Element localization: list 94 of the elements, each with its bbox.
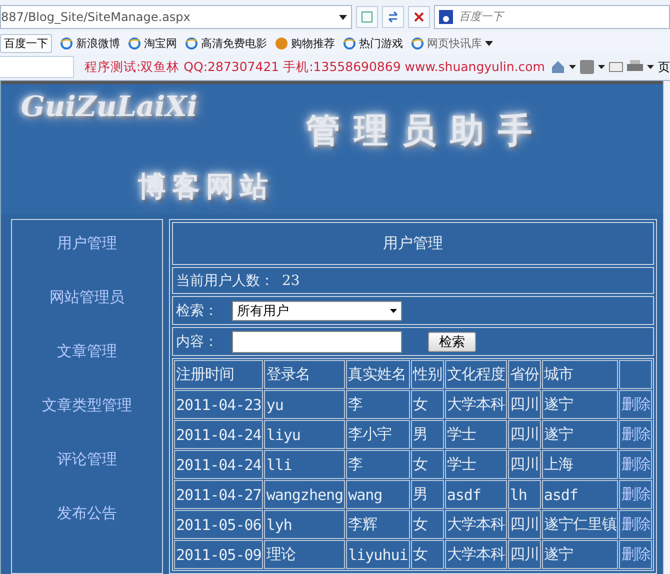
- sidebar-link[interactable]: 文章类型管理: [42, 396, 132, 415]
- favorite-link[interactable]: 新浪微博: [60, 36, 120, 50]
- table-cell: 男: [410, 480, 444, 509]
- panel-title: 用户管理: [383, 234, 444, 254]
- table-cell: 理论: [264, 540, 346, 569]
- table-cell: 女: [410, 390, 444, 419]
- favorite-link[interactable]: 购物推荐: [275, 36, 335, 50]
- table-cell: yu: [264, 390, 346, 419]
- browser-e-icon: [411, 36, 424, 50]
- table-cell: 上海: [542, 450, 618, 479]
- column-header: 性别: [410, 360, 444, 389]
- table-cell: 学士: [444, 420, 507, 449]
- sidebar-link[interactable]: 网站管理员: [50, 288, 124, 307]
- column-header: 省份: [508, 360, 541, 389]
- tester-note: 程序测试:双鱼林 QQ:287307421 手机:13558690869 www.shuangyulin.com: [84, 58, 545, 76]
- sidebar-link[interactable]: 文章管理: [57, 342, 117, 361]
- table-cell: 学士: [444, 450, 507, 479]
- table-cell: 女: [410, 540, 444, 569]
- table-cell: 2011-05-09: [174, 540, 264, 569]
- table-cell: 李: [346, 450, 410, 479]
- filter-label: 检索：: [176, 302, 218, 320]
- table-cell: 四川: [508, 540, 541, 569]
- table-cell: 李: [346, 390, 410, 419]
- close-icon[interactable]: [408, 6, 430, 28]
- search-button[interactable]: 检索: [428, 332, 476, 352]
- column-header: 登录名: [264, 360, 346, 389]
- browser-e-icon: [185, 36, 198, 50]
- table-cell: 遂宁仁里镇: [542, 510, 618, 539]
- table-cell: 大学本科: [444, 390, 507, 419]
- caret-icon[interactable]: [598, 65, 605, 69]
- content-input[interactable]: [232, 330, 402, 353]
- table-cell: 大学本科: [444, 510, 507, 539]
- table-cell: 李辉: [346, 510, 410, 539]
- browser-e-icon: [128, 36, 141, 50]
- favorite-button[interactable]: 百度一下: [0, 34, 52, 52]
- compatibility-icon[interactable]: [356, 6, 378, 28]
- table-cell: 遂宁: [542, 390, 618, 419]
- table-cell: wang: [346, 480, 410, 509]
- caret-icon: [485, 40, 493, 46]
- table-cell: 李小宇: [346, 420, 410, 449]
- browser-e-icon: [343, 36, 356, 50]
- table-cell: 男: [410, 420, 444, 449]
- table-cell: 四川: [508, 450, 541, 479]
- caret-icon[interactable]: [647, 65, 654, 69]
- sidebar-link[interactable]: 评论管理: [57, 450, 117, 469]
- content-label: 内容：: [176, 332, 218, 351]
- printer-icon[interactable]: [627, 60, 643, 74]
- favorite-link[interactable]: 网页快讯库: [411, 36, 493, 50]
- dropdown-caret-icon[interactable]: [339, 14, 347, 20]
- table-cell: lh: [508, 480, 541, 509]
- table-cell: 2011-05-06: [174, 510, 264, 539]
- table-cell: 2011-04-23: [174, 390, 264, 419]
- table-cell: asdf: [542, 480, 618, 509]
- filter-select[interactable]: 所有用户: [232, 300, 402, 321]
- sidebar-link[interactable]: 发布公告: [57, 504, 117, 523]
- caret-icon[interactable]: [569, 65, 576, 69]
- table-cell: 大学本科: [444, 540, 507, 569]
- table-cell: 遂宁: [542, 420, 618, 449]
- page-menu[interactable]: 页: [658, 58, 670, 76]
- column-header: 文化程度: [444, 360, 507, 389]
- favorite-link[interactable]: 热门游戏: [343, 36, 403, 50]
- search-box[interactable]: 百度一下: [434, 5, 670, 29]
- sidebar-link[interactable]: 用户管理: [57, 234, 117, 253]
- column-header: 城市: [542, 360, 618, 389]
- table-cell: asdf: [444, 480, 507, 509]
- banner-subtitle: 博客网站: [138, 169, 274, 205]
- address-bar[interactable]: 887/Blog_Site/SiteManage.aspx: [0, 5, 352, 29]
- table-cell: lli: [264, 450, 346, 479]
- banner-logo: GuiZuLaiXi: [21, 90, 198, 123]
- banner-title: 管理员助手: [306, 110, 546, 153]
- column-header: 真实姓名: [346, 360, 410, 389]
- favorite-link[interactable]: 淘宝网: [128, 36, 177, 50]
- table-cell: liyuhui: [346, 540, 410, 569]
- favorite-link[interactable]: 高清免费电影: [185, 36, 267, 50]
- table-cell: 女: [410, 510, 444, 539]
- table-cell: lyh: [264, 510, 346, 539]
- table-cell: 女: [410, 450, 444, 479]
- table-cell: 2011-04-24: [174, 450, 264, 479]
- refresh-icon[interactable]: [382, 6, 404, 28]
- caret-icon: [390, 308, 397, 313]
- user-count: 23: [282, 272, 300, 289]
- table-cell: 四川: [508, 510, 541, 539]
- table-cell: 2011-04-27: [174, 480, 264, 509]
- browser-e-icon: [60, 36, 73, 50]
- table-cell: 四川: [508, 390, 541, 419]
- table-cell: 四川: [508, 420, 541, 449]
- search-field[interactable]: 百度一下: [457, 10, 641, 24]
- paw-icon: [439, 10, 453, 24]
- table-cell: liyu: [264, 420, 346, 449]
- column-header: 注册时间: [174, 360, 264, 389]
- table-cell: wangzheng: [264, 480, 346, 509]
- table-cell: 2011-04-24: [174, 420, 264, 449]
- table-cell: 遂宁: [542, 540, 618, 569]
- count-label: 当前用户人数：: [176, 272, 274, 290]
